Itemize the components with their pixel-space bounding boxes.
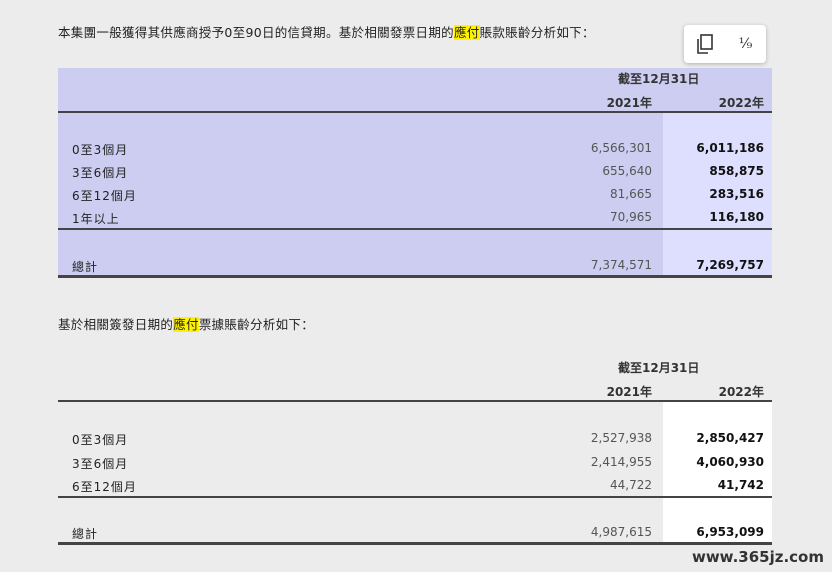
copy-icon: [696, 34, 713, 54]
row-label: 0至3個月: [72, 433, 129, 447]
total-2022: 6,953,099: [696, 525, 764, 539]
intro-paragraph: 本集團一般獲得其供應商授予0至90日的信貸期。基於相關發票日期的應付賬款賬齡分析…: [58, 22, 595, 41]
value-2021: 2,527,938: [590, 431, 652, 445]
notes-paragraph: 基於相關簽發日期的應付票據賬齡分析如下：: [58, 314, 314, 333]
table-row: 3至6個月 2,414,955 4,060,930: [58, 452, 772, 474]
notes-text-after: 票據賬齡分析如下：: [198, 317, 315, 332]
table1-period-header: 截至12月31日: [618, 72, 700, 86]
table1-subtotal-rule: [58, 228, 772, 230]
table2-subtotal-rule: [58, 496, 772, 498]
table-row: 3至6個月 655,640 858,875: [58, 161, 772, 183]
value-2022: 41,742: [717, 478, 764, 492]
table1-total-rule: [58, 275, 772, 278]
total-label: 總計: [72, 260, 99, 274]
table-row: 1年以上 70,965 116,180: [58, 207, 772, 229]
table-row: 6至12個月 44,722 41,742: [58, 475, 772, 497]
table-row: 0至3個月 6,566,301 6,011,186: [58, 138, 772, 160]
table2-col-2021-header: 2021年: [606, 385, 652, 399]
value-2021: 6,566,301: [590, 141, 652, 155]
table1-col-2021-header: 2021年: [606, 96, 652, 110]
table2-header-rule: [58, 400, 772, 402]
total-2021: 7,374,571: [590, 258, 652, 272]
value-2022: 4,060,930: [696, 455, 764, 469]
row-label: 1年以上: [72, 212, 120, 226]
fraction-button[interactable]: ⅟₉: [733, 31, 759, 57]
value-2021: 70,965: [610, 210, 652, 224]
value-2022: 6,011,186: [696, 141, 764, 155]
site-watermark: www.365jz.com: [691, 548, 824, 566]
fraction-label: ⅟₉: [738, 36, 753, 52]
row-label: 0至3個月: [72, 143, 129, 157]
total-2022: 7,269,757: [696, 258, 764, 272]
table-total-row: 總計 7,374,571 7,269,757: [58, 255, 772, 277]
table-row: 6至12個月 81,665 283,516: [58, 184, 772, 206]
value-2022: 116,180: [709, 210, 764, 224]
floating-toolbar: ⅟₉: [684, 25, 766, 63]
total-label: 總計: [72, 527, 99, 541]
notes-highlight: 應付: [173, 317, 199, 332]
value-2021: 81,665: [610, 187, 652, 201]
value-2021: 2,414,955: [590, 455, 652, 469]
copy-button[interactable]: [692, 31, 718, 57]
table2-total-rule: [58, 542, 772, 545]
table2-period-header: 截至12月31日: [618, 361, 700, 375]
table1-header-rule: [58, 111, 772, 113]
row-label: 6至12個月: [72, 189, 137, 203]
intro-text-before: 本集團一般獲得其供應商授予0至90日的信貸期。基於相關發票日期的: [58, 25, 454, 40]
value-2021: 655,640: [602, 164, 652, 178]
total-2021: 4,987,615: [590, 525, 652, 539]
row-label: 6至12個月: [72, 480, 137, 494]
row-label: 3至6個月: [72, 457, 129, 471]
value-2022: 2,850,427: [696, 431, 764, 445]
row-label: 3至6個月: [72, 166, 129, 180]
notes-aging-table: 截至12月31日 2021年 2022年 0至3個月 2,527,938 2,8…: [58, 355, 772, 545]
table-row: 0至3個月 2,527,938 2,850,427: [58, 428, 772, 450]
value-2022: 858,875: [709, 164, 764, 178]
value-2021: 44,722: [610, 478, 652, 492]
table-total-row: 總計 4,987,615 6,953,099: [58, 522, 772, 544]
payables-aging-table: 截至12月31日 2021年 2022年 0至3個月 6,566,301 6,0…: [58, 68, 772, 278]
intro-highlight: 應付: [453, 25, 480, 40]
notes-text-before: 基於相關簽發日期的: [58, 317, 174, 332]
table1-col-2022-header: 2022年: [718, 96, 764, 110]
intro-text-after: 賬款賬齡分析如下：: [479, 25, 595, 40]
table2-col-2022-header: 2022年: [718, 385, 764, 399]
value-2022: 283,516: [709, 187, 764, 201]
